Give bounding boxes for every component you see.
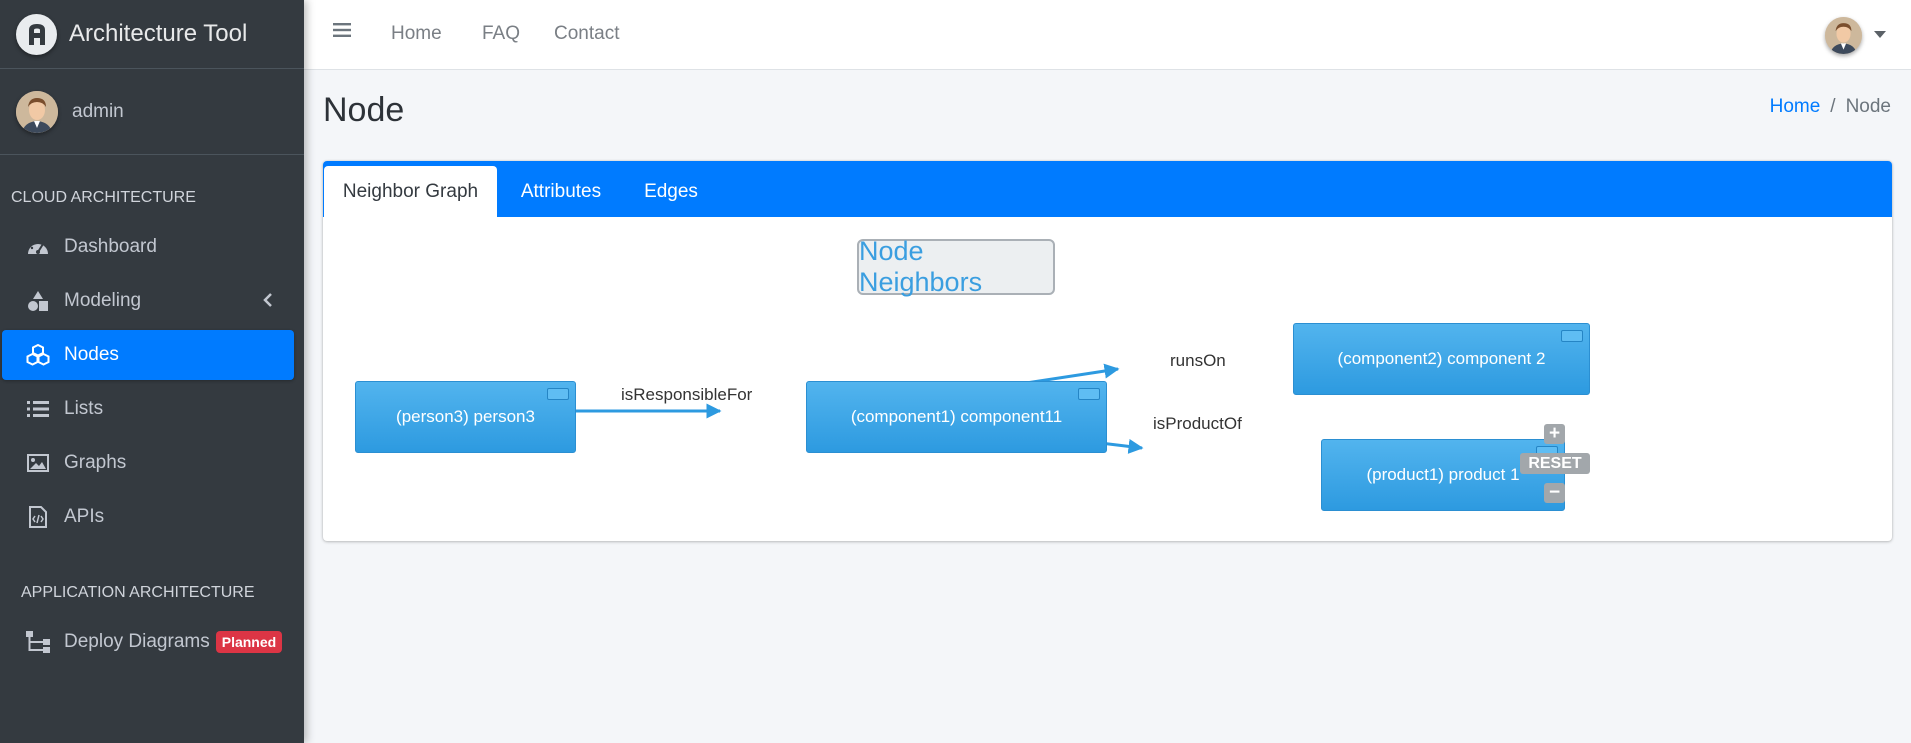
breadcrumb-home[interactable]: Home: [1770, 96, 1821, 118]
sidebar-item-label: Lists: [64, 398, 104, 419]
node-card: Neighbor Graph Attributes Edges Node Nei…: [323, 161, 1892, 541]
tab-bar: Neighbor Graph Attributes Edges: [323, 161, 1892, 217]
graph-title: Node Neighbors: [857, 236, 1055, 297]
graph-node-label: (component2) component 2: [1337, 349, 1546, 368]
shapes-icon: [26, 289, 50, 313]
sidebar-item-label: Dashboard: [64, 236, 157, 257]
user-avatar: [16, 90, 58, 133]
nav-link-faq[interactable]: FAQ: [482, 23, 520, 45]
zoom-out-button[interactable]: −: [1544, 482, 1565, 503]
sidebar-item-graphs[interactable]: Graphs: [2, 438, 294, 488]
edge-label-is-product-of: isProductOf: [1153, 414, 1242, 433]
sidebar-item-deploy-diagrams[interactable]: Deploy Diagrams Planned: [2, 617, 294, 667]
graph-node-person3[interactable]: (person3) person3: [355, 381, 576, 453]
edge-label-runs-on: runsOn: [1170, 351, 1226, 370]
sidebar-item-label: Graphs: [64, 452, 127, 473]
node-tag-icon: [547, 388, 569, 400]
tab-neighbor-graph[interactable]: Neighbor Graph: [324, 166, 497, 217]
graph-edges: [575, 363, 1144, 454]
tab-attributes[interactable]: Attributes: [497, 166, 625, 217]
image-icon: [26, 451, 50, 475]
planned-badge: Planned: [215, 631, 283, 653]
user-menu-avatar[interactable]: [1825, 17, 1862, 54]
reset-zoom-button[interactable]: RESET: [1520, 453, 1590, 474]
chevron-left-icon: [262, 291, 274, 315]
graph-node-component2[interactable]: (component2) component 2: [1293, 323, 1590, 395]
hamburger-menu-icon[interactable]: [333, 22, 351, 43]
nav-header-cloud-architecture: CLOUD ARCHITECTURE: [11, 189, 196, 206]
nav-link-contact[interactable]: Contact: [554, 23, 619, 45]
caret-down-icon[interactable]: [1874, 31, 1886, 38]
sidebar: Architecture Tool admin CLOUD ARCHITECTU…: [0, 0, 304, 743]
sidebar-item-label: Nodes: [64, 344, 119, 365]
dashboard-icon: [26, 235, 50, 259]
breadcrumb-current: Node: [1845, 96, 1891, 117]
sidebar-item-label: Deploy Diagrams: [64, 631, 210, 652]
neighbor-graph[interactable]: Node Neighbors (person3) person3 (compon…: [323, 217, 1892, 541]
sidebar-item-nodes[interactable]: Nodes: [2, 330, 294, 380]
sidebar-item-label: Modeling: [64, 290, 142, 311]
sitemap-icon: [26, 630, 50, 654]
breadcrumb: Home / Node: [1770, 96, 1891, 118]
nav-header-application-architecture: APPLICATION ARCHITECTURE: [21, 584, 255, 601]
sidebar-item-dashboard[interactable]: Dashboard: [2, 222, 294, 272]
zoom-in-button[interactable]: +: [1544, 423, 1565, 444]
brand[interactable]: Architecture Tool: [0, 0, 304, 69]
graph-node-product1[interactable]: (product1) product 1: [1321, 439, 1565, 511]
graph-node-component11[interactable]: (component1) component11: [806, 381, 1107, 453]
list-icon: [26, 397, 50, 421]
nav-link-home[interactable]: Home: [391, 23, 442, 45]
cubes-icon: [26, 343, 50, 367]
sidebar-item-lists[interactable]: Lists: [2, 384, 294, 434]
node-tag-icon: [1561, 330, 1583, 342]
tab-edges[interactable]: Edges: [625, 166, 717, 217]
graph-node-label: (component1) component11: [850, 407, 1063, 426]
sidebar-item-modeling[interactable]: Modeling: [2, 276, 294, 326]
graph-node-label: (person3) person3: [396, 407, 535, 426]
graph-node-label: (product1) product 1: [1366, 465, 1520, 484]
top-navbar: Home FAQ Contact: [304, 0, 1911, 70]
user-name: admin: [72, 100, 124, 122]
user-panel[interactable]: admin: [0, 69, 304, 155]
sidebar-item-label: APIs: [64, 506, 105, 527]
code-file-icon: [26, 505, 50, 529]
brand-logo-icon: [16, 13, 57, 55]
page-title: Node: [323, 91, 405, 129]
sidebar-item-apis[interactable]: APIs: [2, 492, 294, 542]
edge-label-is-responsible-for: isResponsibleFor: [621, 385, 753, 404]
brand-text: Architecture Tool: [69, 20, 248, 47]
node-tag-icon: [1078, 388, 1100, 400]
breadcrumb-separator: /: [1830, 96, 1836, 117]
